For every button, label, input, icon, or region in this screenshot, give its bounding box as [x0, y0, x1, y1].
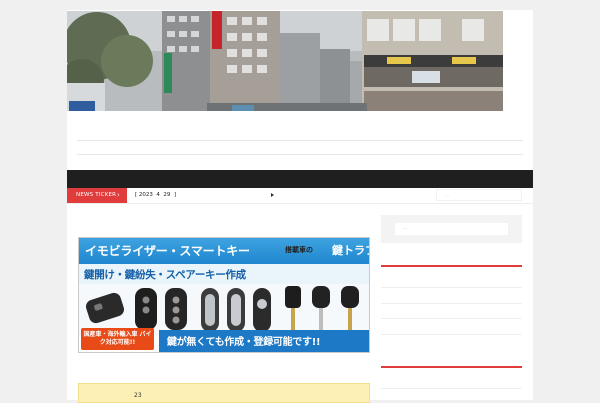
sidebar-widget-title-rule [381, 366, 522, 368]
banner-headline-accent: 鍵トラブル [332, 244, 369, 257]
sidebar-list-divider [381, 318, 522, 319]
banner-headline: イモビライザー・スマートキー [85, 244, 250, 258]
header-photo[interactable] [67, 11, 503, 111]
news-ticker-item[interactable]: [ 2023 4 29 ] [135, 188, 176, 203]
sidebar-widget-title-rule [381, 265, 522, 267]
sidebar-list-divider [381, 287, 522, 288]
banner-subline: 鍵開け・鍵紛失・スペアーキー作成 [84, 269, 246, 281]
header-divider [77, 154, 523, 155]
post-date: 23 [134, 392, 142, 399]
header-search-input[interactable]: ... [436, 189, 522, 201]
banner-footer: 鍵が無くても作成・登録可能です!! [167, 337, 321, 348]
chevron-right-icon: › [117, 191, 120, 199]
banner-headline-small: 搭載車の [285, 246, 313, 254]
ticker-next-icon[interactable] [271, 193, 274, 197]
news-ticker-label-text: NEWS TICKER [76, 192, 117, 198]
banner-badge: 国産車・海外輸入車 バイク対応可能!! [81, 328, 154, 350]
main-navbar[interactable] [67, 170, 533, 188]
banner-header: イモビライザー・スマートキー 搭載車の 鍵トラブル [79, 238, 369, 264]
sidebar-list-divider [381, 334, 522, 335]
key-service-banner[interactable]: イモビライザー・スマートキー 搭載車の 鍵トラブル 鍵開け・鍵紛失・スペアーキー… [78, 237, 370, 353]
banner-subline-band: 鍵開け・鍵紛失・スペアーキー作成 [79, 264, 369, 284]
sidebar-search-input[interactable]: ... [395, 223, 508, 235]
news-ticker-label: NEWS TICKER › [67, 188, 127, 203]
post-notice-box: 23 [78, 383, 370, 403]
sidebar-search-widget: ... [381, 215, 522, 243]
banner-footer-band: 鍵が無くても作成・登録可能です!! [159, 330, 369, 352]
sidebar-list-divider [381, 388, 522, 389]
header-divider [77, 140, 523, 141]
sidebar-list-divider [381, 303, 522, 304]
